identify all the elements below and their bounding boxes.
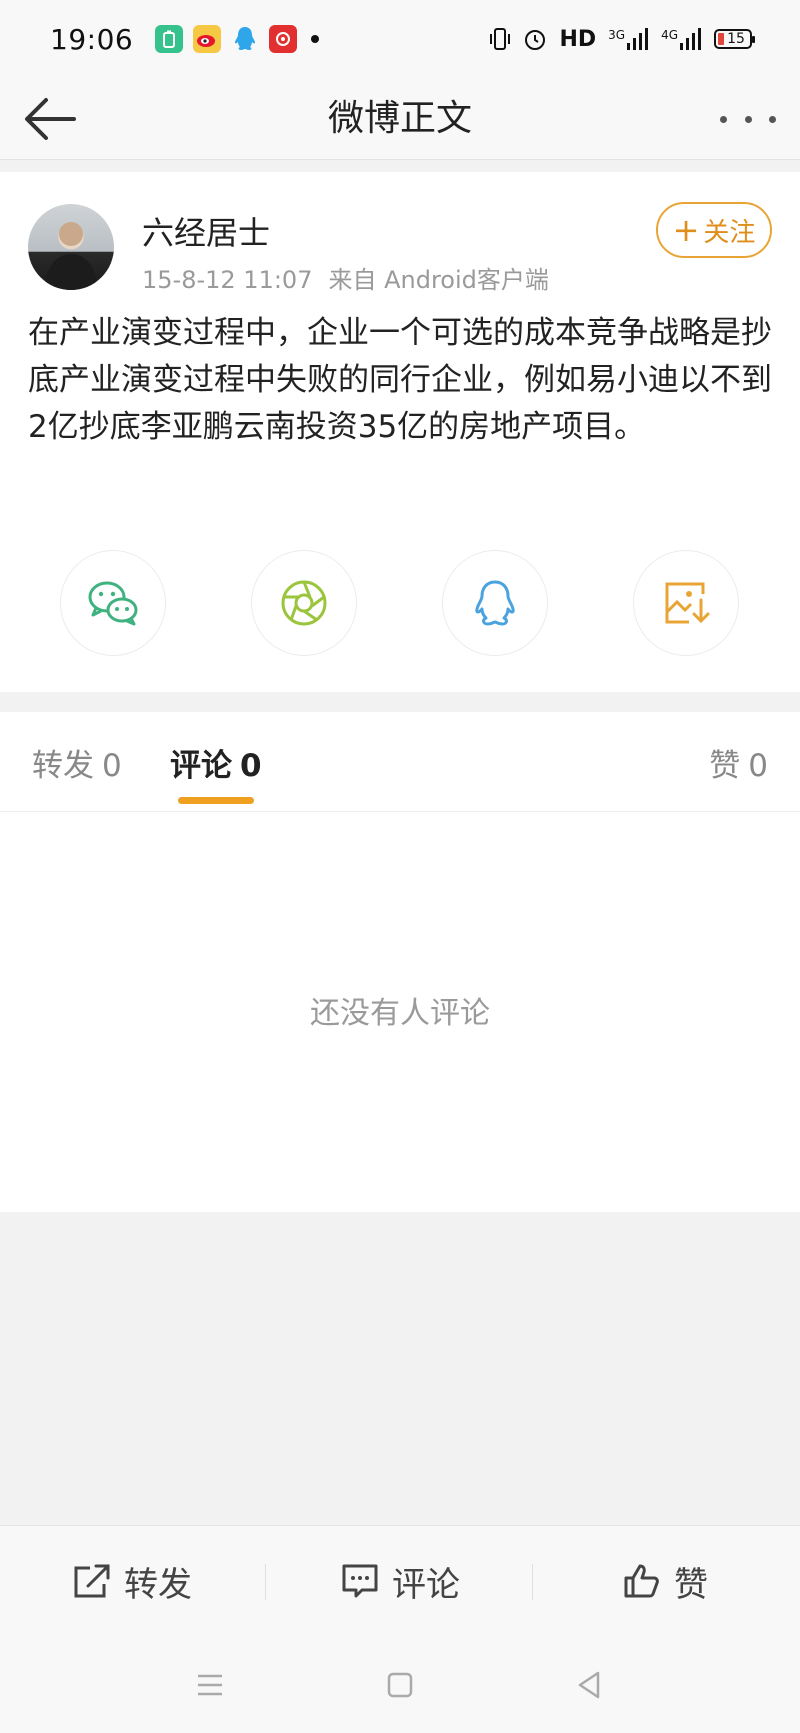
moments-icon bbox=[281, 580, 327, 626]
tab-bar: 转发 0 评论 0 赞0 bbox=[0, 712, 800, 812]
comment-icon bbox=[342, 1564, 378, 1598]
alarm-icon bbox=[525, 30, 546, 50]
plus-icon: + bbox=[672, 211, 700, 249]
qq-app-icon bbox=[231, 25, 259, 53]
moments-share-button[interactable] bbox=[251, 550, 357, 656]
tab-indicator bbox=[178, 797, 254, 804]
signal-3g: 3G bbox=[608, 28, 649, 50]
signal-4g: 4G bbox=[661, 28, 702, 50]
wechat-share-button[interactable] bbox=[60, 550, 166, 656]
battery-icon: 15 bbox=[714, 29, 755, 49]
qq-icon bbox=[475, 580, 515, 626]
notification-dot bbox=[311, 35, 320, 43]
music-app-icon bbox=[269, 25, 298, 53]
save-image-icon bbox=[665, 582, 710, 624]
post-source: 来自 Android客户端 bbox=[328, 266, 549, 294]
author-name[interactable]: 六经居士 bbox=[142, 208, 270, 254]
avatar[interactable] bbox=[28, 204, 114, 290]
post-card: 六经居士 15-8-12 11:07 来自 Android客户端 + 关注 在产业… bbox=[0, 172, 800, 692]
menu-icon[interactable] bbox=[190, 1665, 230, 1705]
like-button[interactable]: 赞 bbox=[622, 1526, 708, 1636]
post-meta: 15-8-12 11:07 来自 Android客户端 bbox=[142, 260, 549, 295]
divider bbox=[532, 1564, 533, 1600]
bottom-action-bar: 转发 评论 赞 bbox=[0, 1525, 800, 1635]
back-nav-icon[interactable] bbox=[570, 1665, 610, 1705]
page-title: 微博正文 bbox=[327, 98, 472, 139]
status-time: 19:06 bbox=[50, 22, 134, 56]
tab-comment[interactable]: 评论 0 bbox=[170, 740, 262, 785]
post-date: 15-8-12 11:07 bbox=[142, 266, 313, 294]
follow-label: 关注 bbox=[703, 217, 756, 248]
comments-list: 还没有人评论 bbox=[0, 812, 800, 1212]
save-image-button[interactable] bbox=[633, 550, 739, 656]
like-icon bbox=[624, 1564, 659, 1598]
hd-label: HD bbox=[559, 26, 597, 52]
share-row bbox=[0, 550, 800, 660]
wechat-icon bbox=[88, 581, 138, 626]
tab-repost[interactable]: 转发 0 bbox=[32, 740, 122, 785]
repost-button[interactable]: 转发 bbox=[72, 1526, 192, 1636]
home-icon[interactable] bbox=[380, 1665, 420, 1705]
system-nav-bar bbox=[0, 1635, 800, 1733]
nav-header: 微博正文 bbox=[0, 78, 800, 160]
repost-icon bbox=[74, 1564, 110, 1598]
comment-button[interactable]: 评论 bbox=[340, 1526, 460, 1636]
vibrate-icon bbox=[490, 28, 511, 50]
follow-button[interactable]: + 关注 bbox=[656, 202, 772, 258]
divider bbox=[265, 1564, 266, 1600]
post-content: 在产业演变过程中，企业一个可选的成本竞争战略是抄底产业演变过程中失败的同行企业，… bbox=[28, 315, 772, 445]
weibo-app-icon bbox=[193, 25, 222, 53]
tab-like[interactable]: 赞0 bbox=[709, 740, 768, 785]
empty-comments-text: 还没有人评论 bbox=[310, 996, 490, 1031]
status-bar: 19:06 HD 3G 4G 15 bbox=[0, 0, 800, 78]
more-icon[interactable] bbox=[720, 102, 776, 136]
battery-app-icon bbox=[155, 25, 184, 53]
status-icons: HD 3G 4G 15 bbox=[489, 0, 755, 78]
qq-share-button[interactable] bbox=[442, 550, 548, 656]
